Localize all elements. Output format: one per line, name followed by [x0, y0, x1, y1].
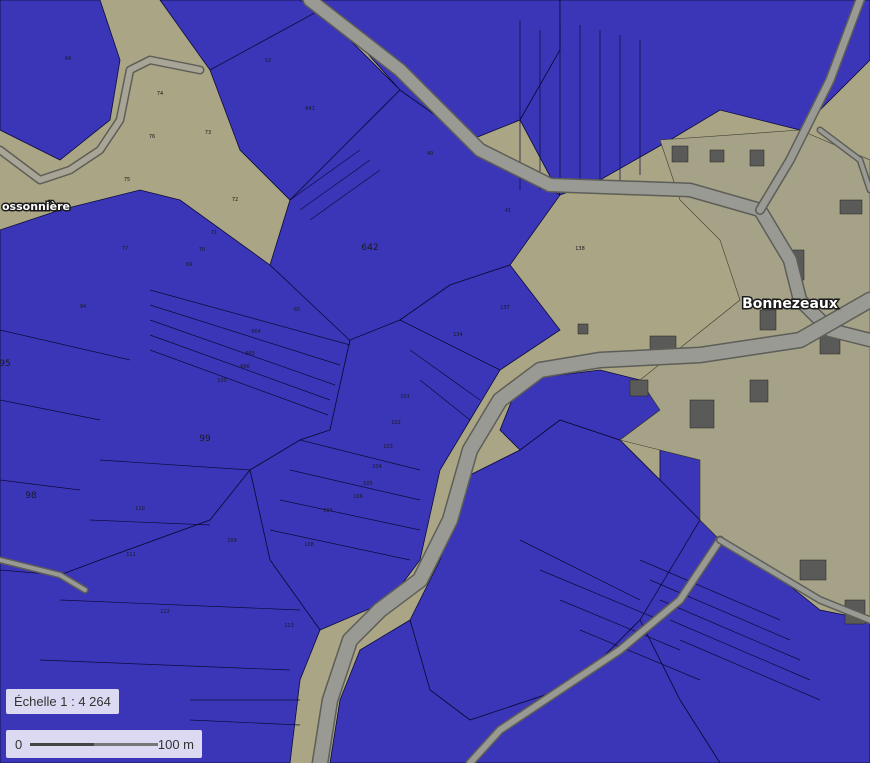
scale-ratio-text: Échelle 1 : 4 264 — [14, 694, 111, 709]
parcel-label: 641 — [305, 106, 315, 112]
parcel-label: 74 — [157, 91, 163, 97]
parcel-label: 666 — [240, 364, 250, 370]
parcel-label: 108 — [304, 542, 314, 548]
parcel-label: 99 — [199, 434, 211, 444]
parcel-label: 134 — [453, 332, 463, 338]
parcel-label: 107 — [323, 508, 333, 514]
parcel-label: 73 — [205, 130, 211, 136]
parcel-label: 52 — [265, 58, 271, 64]
scale-ratio: Échelle 1 : 4 264 — [6, 689, 119, 714]
parcel-label: 104 — [372, 464, 382, 470]
parcel-label: 65 — [294, 307, 300, 313]
parcel-label: 106 — [353, 494, 363, 500]
parcel-label: 95 — [0, 359, 11, 369]
parcel-label: 64 — [65, 56, 71, 62]
parcel-label: 40 — [427, 151, 433, 157]
parcel-label: 664 — [251, 329, 261, 335]
parcel-label: 103 — [383, 444, 393, 450]
cadastral-map[interactable]: 642 99 98 95 137 134 138 52 641 40 41 64… — [0, 0, 870, 763]
parcel-label: 665 — [245, 351, 255, 357]
parcel-label: 138 — [575, 246, 585, 252]
parcel-label: 98 — [25, 491, 37, 501]
scale-bar: 0 100 m — [6, 730, 202, 758]
parcel-label: 112 — [160, 609, 170, 615]
parcel-label: 69 — [186, 262, 192, 268]
scale-bar-zero: 0 — [15, 737, 23, 752]
parcel-label: 111 — [126, 552, 136, 558]
parcel-label: 41 — [505, 208, 511, 214]
parcel-label: 137 — [500, 305, 510, 311]
parcel-label: 110 — [135, 506, 145, 512]
parcel-label: 72 — [232, 197, 238, 203]
parcel-label: 77 — [122, 246, 128, 252]
parcel-label: 70 — [199, 247, 205, 253]
parcel-label: 102 — [391, 420, 401, 426]
parcel-label: 109 — [227, 538, 237, 544]
village-label-bonnezeaux: Bonnezeaux — [742, 296, 838, 312]
parcel-label: 642 — [361, 243, 378, 253]
parcel-label: 105 — [363, 481, 373, 487]
parcel-label: 76 — [149, 134, 155, 140]
parcel-label: 75 — [124, 177, 130, 183]
parcel-label: 101 — [400, 394, 410, 400]
parcel-label: 94 — [80, 304, 86, 310]
scale-bar-segment — [30, 743, 94, 746]
scale-bar-length: 100 m — [157, 737, 194, 752]
parcel-label: 71 — [211, 230, 217, 236]
village-label-left: ossonnière — [2, 200, 70, 213]
parcel-label: 113 — [284, 623, 294, 629]
parcel-label: 100 — [217, 378, 227, 384]
